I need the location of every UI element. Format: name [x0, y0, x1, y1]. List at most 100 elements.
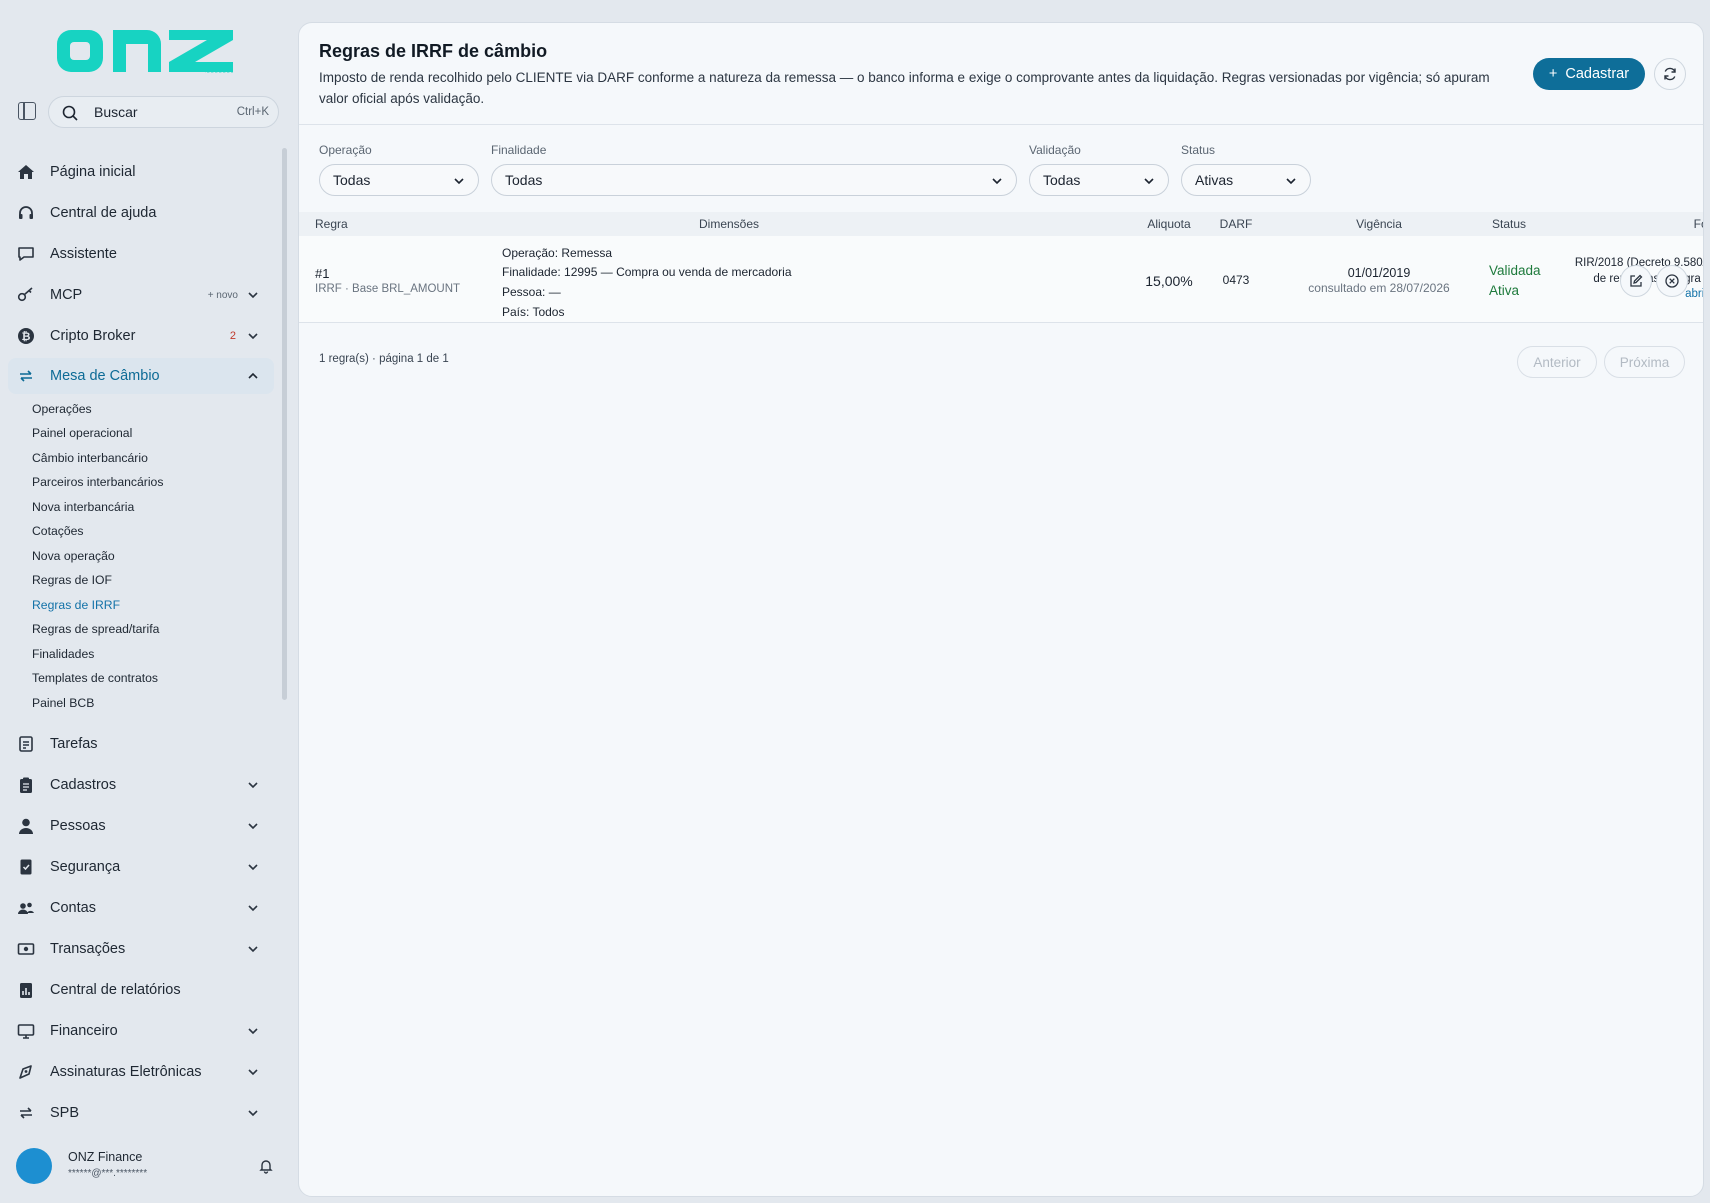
rule-base: IRRF · Base BRL_AMOUNT [315, 283, 461, 295]
filter-status-label: Status [1181, 143, 1216, 157]
sidebar-toggle-icon[interactable] [18, 102, 36, 120]
chevron-down-icon [454, 178, 464, 185]
plus-icon: + [1548, 66, 1558, 82]
col-aliquota: Aliquota [1147, 217, 1191, 231]
nav-item-assinaturas-eletronicas[interactable]: Assinaturas Eletrônicas [8, 1054, 274, 1090]
prev-page-button[interactable]: Anterior [1517, 346, 1597, 378]
col-vigencia: Vigência [1356, 217, 1402, 231]
chevron-down-icon [248, 905, 258, 912]
dim-operacao: Operação: Remessa [502, 246, 613, 260]
user-name: ONZ Finance [68, 1150, 143, 1164]
search-button[interactable]: Buscar Ctrl+K [48, 96, 279, 128]
bell-icon[interactable] [258, 1158, 274, 1174]
page-description: Imposto de renda recolhido pelo CLIENTE … [319, 70, 1490, 106]
submenu-cambio-interbancario[interactable]: Câmbio interbancário [32, 451, 148, 465]
edit-button[interactable] [1620, 265, 1652, 297]
nav-label: Cripto Broker [50, 328, 136, 344]
submenu-nova-operacao[interactable]: Nova operação [32, 549, 115, 563]
shield-icon [16, 857, 36, 877]
next-page-button[interactable]: Próxima [1604, 346, 1685, 378]
nav-item-cripto-broker[interactable]: ₿ Cripto Broker 2 [8, 318, 274, 354]
rule-vigencia: 01/01/2019 [1347, 266, 1411, 280]
nav-item-spb[interactable]: SPB [8, 1095, 274, 1131]
col-darf: DARF [1219, 217, 1253, 231]
nav-item-pessoas[interactable]: Pessoas [8, 808, 274, 844]
edit-icon [1630, 274, 1643, 287]
nav-item-cadastros[interactable]: Cadastros [8, 767, 274, 803]
svg-text:₿: ₿ [22, 330, 31, 343]
submenu-painel-operacional[interactable]: Painel operacional [32, 426, 132, 440]
nav-item-seguranca[interactable]: Segurança [8, 849, 274, 885]
user-profile[interactable]: ONZ Finance ******@***.******** [16, 1148, 280, 1186]
deactivate-button[interactable] [1656, 265, 1688, 297]
submenu-regras-de-spread[interactable]: Regras de spread/tarifa [32, 622, 159, 636]
user-email: ******@***.******** [68, 1168, 148, 1179]
create-button-label: Cadastrar [1565, 66, 1630, 82]
search-shortcut: Ctrl+K [236, 106, 269, 118]
nav-item-central-de-ajuda[interactable]: Central de ajuda [8, 195, 274, 231]
nav-label: MCP [50, 287, 83, 303]
chevron-down-icon [1286, 178, 1296, 185]
chevron-down-icon [248, 292, 258, 299]
nav-label: Pessoas [50, 818, 106, 834]
tasks-icon [16, 734, 36, 754]
chevron-down-icon [1144, 178, 1154, 185]
nav-item-mesa-de-cambio[interactable]: Mesa de Câmbio [8, 358, 274, 394]
submenu-operacoes[interactable]: Operações [32, 402, 92, 416]
submenu-templates-de-contratos[interactable]: Templates de contratos [32, 671, 158, 685]
chevron-down-icon [248, 864, 258, 871]
onz-logo[interactable] [55, 22, 237, 76]
chevron-down-icon [248, 946, 258, 953]
submenu-regras-de-iof[interactable]: Regras de IOF [32, 573, 112, 587]
nav-item-central-de-relatorios[interactable]: Central de relatórios [8, 972, 274, 1008]
filter-validacao-select[interactable]: Todas [1029, 164, 1169, 196]
nav-item-assistente[interactable]: Assistente [8, 236, 274, 272]
nav-item-tarefas[interactable]: Tarefas [8, 726, 274, 762]
dim-finalidade: Finalidade: 12995 — Compra ou venda de m… [502, 265, 792, 279]
nav-label: Segurança [50, 859, 121, 875]
nav-item-mcp[interactable]: MCP + novo [8, 277, 274, 313]
col-fonte: Fonte [1693, 217, 1703, 231]
table-header: Regra Dimensões Aliquota DARF Vigência S… [299, 212, 1703, 236]
select-value: Todas [505, 172, 543, 188]
rule-aliquota: 15,00% [1145, 273, 1193, 289]
exchange-icon [16, 366, 36, 386]
transfer-icon [16, 1103, 36, 1123]
dim-pais: País: Todos [502, 305, 565, 319]
nav-label: Central de relatórios [50, 982, 181, 998]
filter-finalidade-select[interactable]: Todas [491, 164, 1017, 196]
submenu-nova-interbancaria[interactable]: Nova interbancária [32, 500, 134, 514]
table-row[interactable]: #1 IRRF · Base BRL_AMOUNT Operação: Reme… [299, 236, 1703, 323]
nav-label: Assinaturas Eletrônicas [50, 1064, 202, 1080]
avatar[interactable] [16, 1148, 52, 1184]
nav-label: Mesa de Câmbio [50, 368, 160, 384]
status-ativa: Ativa [1489, 283, 1520, 298]
chevron-up-icon [248, 372, 258, 379]
nav-item-pagina-inicial[interactable]: Página inicial [8, 154, 274, 190]
home-icon [16, 162, 36, 182]
nav-label: Transações [50, 941, 126, 957]
submenu-cotacoes[interactable]: Cotações [32, 524, 84, 538]
filter-operacao-select[interactable]: Todas [319, 164, 479, 196]
nav-item-financeiro[interactable]: Financeiro [8, 1013, 274, 1049]
status-validada: Validada [1489, 263, 1541, 278]
pagination-info: 1 regra(s) · página 1 de 1 [319, 353, 449, 365]
nav-label: Assistente [50, 246, 117, 262]
create-button[interactable]: + Cadastrar [1533, 58, 1645, 90]
money-icon [16, 939, 36, 959]
page-title: Regras de IRRF de câmbio [319, 41, 548, 61]
refresh-button[interactable] [1654, 58, 1686, 90]
submenu-parceiros-interbancarios[interactable]: Parceiros interbancários [32, 475, 163, 489]
submenu-painel-bcb[interactable]: Painel BCB [32, 696, 94, 710]
sidebar-scrollbar[interactable] [282, 148, 287, 700]
submenu-finalidades[interactable]: Finalidades [32, 647, 94, 661]
new-badge: + novo [207, 289, 238, 301]
col-status: Status [1491, 217, 1527, 231]
clipboard-icon [16, 775, 36, 795]
nav-item-transacoes[interactable]: Transações [8, 931, 274, 967]
submenu-regras-de-irrf[interactable]: Regras de IRRF [32, 598, 120, 612]
nav-item-contas[interactable]: Contas [8, 890, 274, 926]
bitcoin-icon: ₿ [16, 326, 36, 346]
filter-status-select[interactable]: Ativas [1181, 164, 1311, 196]
chevron-down-icon [248, 333, 258, 340]
